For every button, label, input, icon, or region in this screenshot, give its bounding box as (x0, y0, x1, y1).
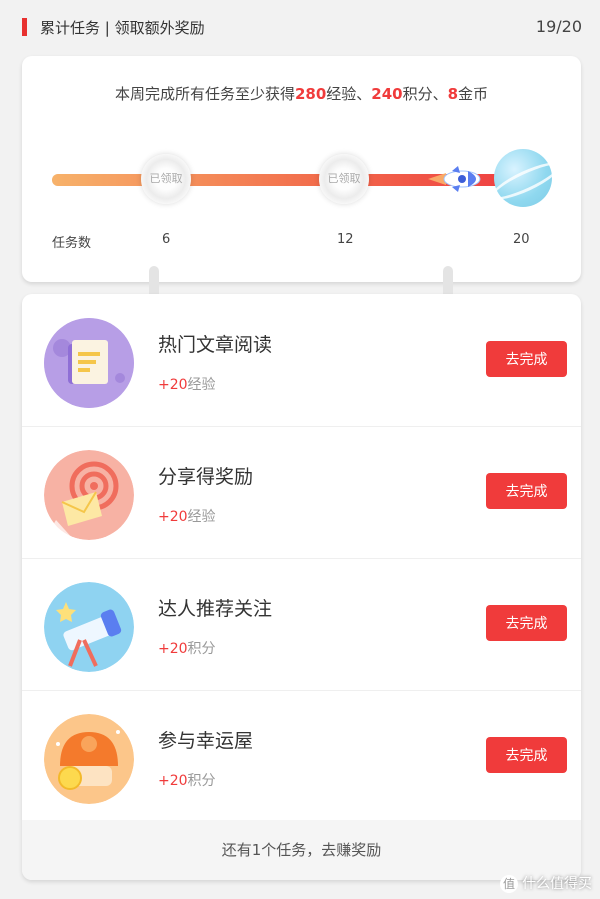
milestone-20: 20 (513, 232, 530, 247)
task-item-lucky-house: 参与幸运屋 +20积分 去完成 (22, 690, 581, 822)
watermark-logo-icon: 值 (500, 875, 518, 893)
milestone-6: 6 (162, 232, 171, 247)
task-name: 达人推荐关注 (158, 598, 273, 620)
planet-goal-icon (494, 149, 552, 207)
task-reward: +20积分 (158, 638, 216, 658)
axis-label: 任务数 (52, 236, 92, 251)
reward-value: +20 (158, 641, 188, 657)
watermark: 值什么值得买 (500, 873, 592, 893)
summary-text: 本周完成所有任务至少获得 (114, 85, 295, 103)
reward-unit: 经验 (187, 377, 216, 393)
complete-button[interactable]: 去完成 (486, 341, 567, 377)
share-icon (44, 450, 134, 540)
reward-unit: 积分 (187, 773, 216, 789)
section-header: 累计任务 | 领取额外奖励 19/20 (0, 0, 600, 56)
milestone-12: 12 (337, 232, 354, 247)
reward-value: +20 (158, 773, 188, 789)
task-list-card: 热门文章阅读 +20经验 去完成 分享得奖励 +20经验 去完成 达人推荐关注 … (22, 294, 581, 880)
summary-coins-unit: 金币 (458, 85, 489, 103)
task-name: 热门文章阅读 (158, 334, 273, 356)
milestone-claimed-label: 已领取 (149, 172, 183, 185)
watermark-text: 什么值得买 (522, 876, 592, 892)
task-item-expert-follow: 达人推荐关注 +20积分 去完成 (22, 558, 581, 691)
task-reward: +20积分 (158, 770, 216, 790)
lucky-house-icon (44, 714, 134, 804)
complete-button[interactable]: 去完成 (486, 605, 567, 641)
task-count: 19/20 (535, 17, 582, 36)
milestone-claimed-label: 已领取 (327, 172, 361, 185)
task-name: 分享得奖励 (158, 466, 254, 488)
header-accent-bar (22, 18, 27, 36)
complete-button[interactable]: 去完成 (486, 473, 567, 509)
telescope-icon (44, 582, 134, 672)
task-item-share: 分享得奖励 +20经验 去完成 (22, 426, 581, 559)
rocket-icon (428, 166, 481, 192)
reward-unit: 经验 (187, 509, 216, 525)
section-title: 累计任务 | 领取额外奖励 (40, 19, 205, 37)
remaining-tasks-link[interactable]: 还有1个任务，去赚奖励 (22, 820, 581, 880)
article-reading-icon (44, 318, 134, 408)
task-name: 参与幸运屋 (158, 730, 254, 752)
summary-points-value: 240 (371, 85, 403, 103)
task-reward: +20经验 (158, 374, 216, 394)
task-reward: +20经验 (158, 506, 216, 526)
reward-unit: 积分 (187, 641, 216, 657)
weekly-progress-card: 本周完成所有任务至少获得280经验、240积分、8金币 已领取 已领取 任务数 … (22, 56, 581, 282)
summary-exp-unit: 经验、 (326, 85, 372, 103)
complete-button[interactable]: 去完成 (486, 737, 567, 773)
summary-coins-value: 8 (447, 85, 459, 103)
milestone-node-claimed: 已领取 (141, 154, 191, 204)
reward-value: +20 (158, 509, 188, 525)
weekly-summary: 本周完成所有任务至少获得280经验、240积分、8金币 (22, 83, 581, 104)
milestone-node-claimed: 已领取 (319, 154, 369, 204)
summary-points-unit: 积分、 (402, 85, 448, 103)
summary-exp-value: 280 (294, 85, 327, 103)
task-item-article-reading: 热门文章阅读 +20经验 去完成 (22, 294, 581, 427)
reward-value: +20 (158, 377, 188, 393)
